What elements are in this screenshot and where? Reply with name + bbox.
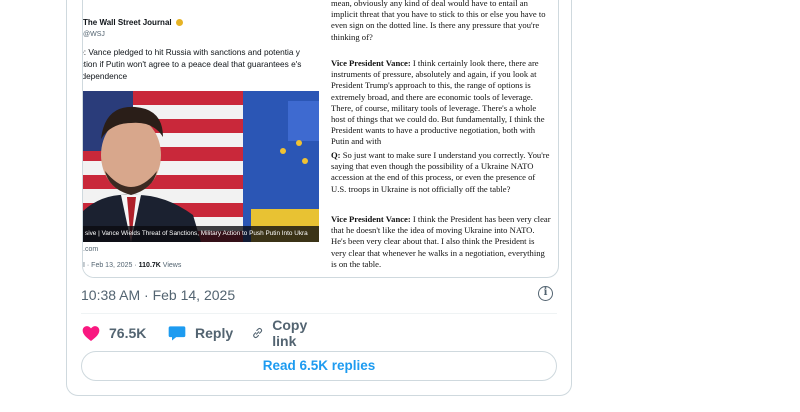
speaker-label: Vice President Vance: [331,214,411,224]
transcript-answer-2: Vice President Vance: I think the Presid… [331,214,551,270]
divider [81,313,557,314]
answer-text: I think certainly look there, there are … [331,58,545,144]
source-name-row: The Wall Street Journal [83,18,183,27]
speech-bubble-icon [168,326,186,341]
tweet-timestamp[interactable]: 10:38 AM · Feb 14, 2025 [81,287,235,303]
photo-caption: sive | Vance Wields Threat of Sanctions,… [83,226,319,242]
embedded-tweet-text: ve: Vance pledged to hit Russia with san… [83,47,302,81]
news-photo: sive | Vance Wields Threat of Sanctions,… [83,91,319,242]
source-handle: @WSJ [83,31,105,38]
read-replies-button[interactable]: Read 6.5K replies [81,351,557,381]
transcript-question-2: Q: So just want to make sure I understan… [331,150,551,195]
copy-link-button[interactable]: Copy link [251,317,314,349]
link-icon [253,327,263,339]
embedded-tweet-date: I · Feb 13, 2025 · 110.7K Views [83,262,181,269]
question-label: Q: [331,150,341,160]
source-name: The Wall Street Journal [83,18,172,27]
copy-link-label: Copy link [272,317,308,349]
embedded-date-text: I · Feb 13, 2025 · [83,262,139,269]
verified-badge-icon [175,19,183,27]
transcript-question-1: mean, obviously any kind of deal would h… [331,0,546,42]
link-domain: .com [83,246,99,253]
views-count: 110.7K [138,262,161,269]
transcript-answer-1: Vice President Vance: I think certainly … [331,58,551,144]
transcript-screenshot: mean, obviously any kind of deal would h… [331,0,553,277]
speaker-label: Vice President Vance: [331,58,411,68]
reply-button[interactable]: Reply [167,322,233,344]
reply-label: Reply [195,325,234,341]
views-label: Views [160,262,182,269]
info-icon[interactable]: i [538,286,553,301]
like-count: 76.5K [109,325,147,341]
embedded-tweet-screenshot: The Wall Street Journal @WSJ ve: Vance p… [83,0,319,277]
like-button[interactable]: 76.5K [81,322,146,344]
question-text: So just want to make sure I understand y… [331,150,550,194]
tweet-media-image[interactable]: The Wall Street Journal @WSJ ve: Vance p… [82,0,559,278]
heart-icon [82,326,100,341]
